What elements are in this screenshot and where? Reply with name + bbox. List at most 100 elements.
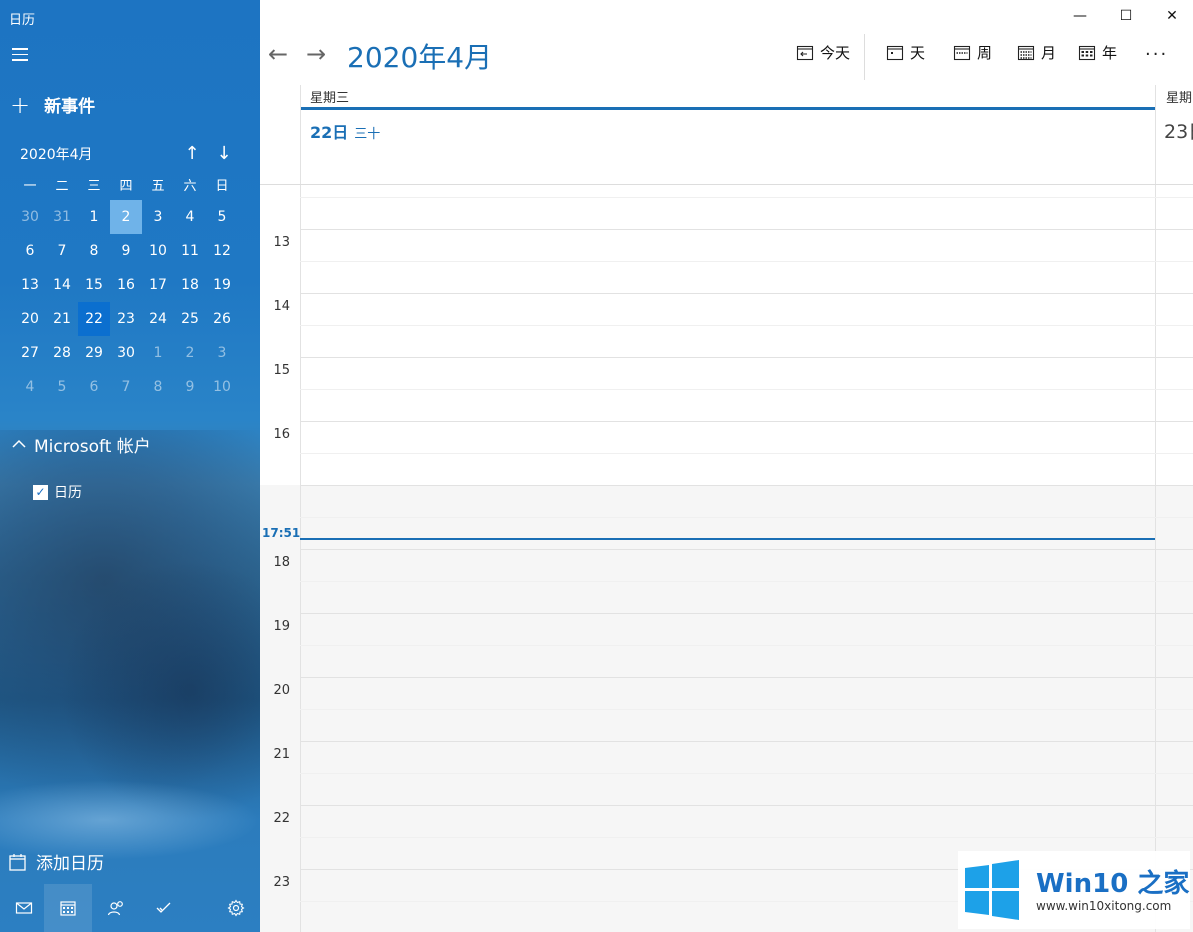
arrow-down-icon[interactable]: ↓: [214, 143, 234, 164]
minimize-button[interactable]: —: [1057, 0, 1103, 32]
half-hour-line: [300, 581, 1193, 582]
new-event-label: 新事件: [44, 97, 96, 117]
day-cell[interactable]: 15: [78, 268, 110, 302]
day-cell[interactable]: 2: [174, 336, 206, 370]
today-button[interactable]: 今天: [796, 42, 850, 63]
day-cell[interactable]: 4: [174, 200, 206, 234]
account-toggle[interactable]: Microsoft 帐户: [12, 432, 151, 457]
day-cell[interactable]: 16: [110, 268, 142, 302]
hamburger-menu-icon[interactable]: [12, 48, 28, 62]
year-view-button[interactable]: 年: [1078, 42, 1117, 63]
time-grid[interactable]: 13 14 15 16 18 19 20 21 22 23 17:51: [260, 184, 1193, 932]
day-label[interactable]: 22日 三十: [310, 119, 380, 143]
half-hour-line: [300, 837, 1193, 838]
hour-label: 23: [273, 875, 290, 890]
maximize-button[interactable]: ☐: [1103, 0, 1149, 32]
day-cell[interactable]: 29: [78, 336, 110, 370]
day-cell[interactable]: 10: [142, 234, 174, 268]
hour-label: 14: [273, 299, 290, 314]
week-row: 13 14 15 16 17 18 19: [14, 268, 238, 302]
people-icon[interactable]: [92, 884, 140, 932]
day-cell[interactable]: 24: [142, 302, 174, 336]
day-cell[interactable]: 18: [174, 268, 206, 302]
add-calendar-button[interactable]: 添加日历: [8, 849, 104, 874]
day-cell[interactable]: 6: [78, 370, 110, 404]
current-time-line: [300, 538, 1155, 540]
next-weekday-label: 星期: [1166, 91, 1193, 106]
day-cell[interactable]: 9: [174, 370, 206, 404]
day-cell[interactable]: 8: [142, 370, 174, 404]
day-cell[interactable]: 5: [206, 200, 238, 234]
half-hour-line: [300, 389, 1193, 390]
grid-left-divider: [300, 185, 301, 932]
toolbar-divider: [864, 34, 865, 80]
arrow-left-icon[interactable]: ←: [268, 40, 306, 68]
hour-line: [300, 741, 1193, 742]
day-cell[interactable]: 5: [46, 370, 78, 404]
mini-calendar-header: 2020年4月 ↑ ↓: [20, 143, 240, 165]
mini-calendar: 一 二 三 四 五 六 日 30 31 1 2 3 4 5 6 7 8 9 10…: [14, 168, 238, 404]
lunar-date: 三十: [354, 127, 381, 142]
day-view-button[interactable]: 天: [886, 42, 925, 63]
half-hour-line: [300, 709, 1193, 710]
calendar-icon[interactable]: [44, 884, 92, 932]
day-cell[interactable]: 31: [46, 200, 78, 234]
day-cell-selected[interactable]: 2: [110, 200, 142, 234]
day-cell[interactable]: 19: [206, 268, 238, 302]
checkbox-checked-icon[interactable]: ✓: [33, 484, 48, 500]
watermark: Win10 之家 www.win10xitong.com: [958, 851, 1190, 929]
arrow-right-icon[interactable]: →: [306, 40, 344, 68]
day-cell[interactable]: 21: [46, 302, 78, 336]
mini-calendar-title[interactable]: 2020年4月: [20, 144, 93, 164]
day-cell[interactable]: 12: [206, 234, 238, 268]
day-cell[interactable]: 30: [110, 336, 142, 370]
main-pane: — ☐ ✕ ← → 2020年4月 今天 天 周 月 年 ··· 星期三 22日…: [260, 0, 1193, 932]
day-cell[interactable]: 6: [14, 234, 46, 268]
day-cell[interactable]: 1: [142, 336, 174, 370]
new-event-button[interactable]: + 新事件: [10, 92, 96, 118]
day-cell[interactable]: 30: [14, 200, 46, 234]
day-cell[interactable]: 3: [206, 336, 238, 370]
windows-logo-icon: [965, 860, 1019, 920]
day-cell[interactable]: 7: [46, 234, 78, 268]
todo-icon[interactable]: [140, 884, 188, 932]
chevron-up-icon: [12, 437, 26, 453]
day-cell[interactable]: 28: [46, 336, 78, 370]
day-cell[interactable]: 20: [14, 302, 46, 336]
more-options-icon[interactable]: ···: [1145, 44, 1168, 65]
day-cell[interactable]: 14: [46, 268, 78, 302]
month-title[interactable]: 2020年4月: [347, 36, 492, 76]
day-cell[interactable]: 3: [142, 200, 174, 234]
today-label: 今天: [820, 44, 851, 62]
day-cell[interactable]: 11: [174, 234, 206, 268]
day-cell[interactable]: 23: [110, 302, 142, 336]
weekday-label: 日: [215, 178, 229, 194]
day-cell[interactable]: 13: [14, 268, 46, 302]
day-cell-today[interactable]: 22: [78, 302, 110, 336]
day-cell[interactable]: 26: [206, 302, 238, 336]
settings-gear-icon[interactable]: [212, 884, 260, 932]
day-cell[interactable]: 1: [78, 200, 110, 234]
mail-icon[interactable]: [0, 884, 48, 932]
hour-label: 21: [273, 747, 290, 762]
day-cell[interactable]: 9: [110, 234, 142, 268]
arrow-up-icon[interactable]: ↑: [182, 143, 202, 164]
day-cell[interactable]: 10: [206, 370, 238, 404]
week-row: 6 7 8 9 10 11 12: [14, 234, 238, 268]
add-calendar-icon: [9, 853, 26, 871]
day-cell[interactable]: 7: [110, 370, 142, 404]
close-button[interactable]: ✕: [1149, 0, 1193, 32]
day-cell[interactable]: 4: [14, 370, 46, 404]
watermark-url: www.win10xitong.com: [1036, 899, 1172, 913]
half-hour-line: [300, 517, 1193, 518]
calendar-visibility-item[interactable]: ✓ 日历: [33, 482, 82, 502]
day-cell[interactable]: 25: [174, 302, 206, 336]
day-cell[interactable]: 17: [142, 268, 174, 302]
year-view-icon: [1078, 45, 1096, 60]
month-view-button[interactable]: 月: [1017, 42, 1056, 63]
day-cell[interactable]: 8: [78, 234, 110, 268]
next-day-label[interactable]: 23日: [1164, 117, 1193, 144]
day-cell[interactable]: 27: [14, 336, 46, 370]
weekday-label: 一: [23, 178, 37, 194]
week-view-button[interactable]: 周: [953, 42, 992, 63]
